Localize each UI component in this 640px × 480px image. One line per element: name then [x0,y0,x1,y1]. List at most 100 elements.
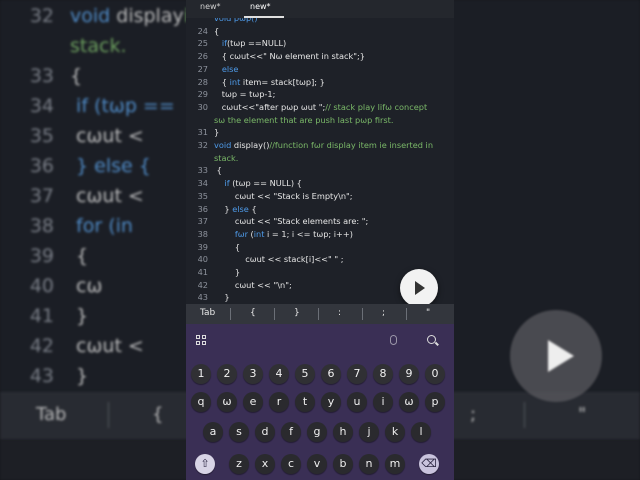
code-editor[interactable]: void pωp() 24{25 if(tωp ==NULL) 26 { cωut<… [186,18,454,304]
code-line: 30 cωut<<"after pωp ωut ";// stack play … [186,101,454,113]
code-line: 33 { [186,164,454,176]
number-key[interactable]: 8 [373,364,393,384]
code-token: display() [231,140,270,150]
microphone-icon[interactable] [390,335,397,345]
letter-key[interactable]: n [359,454,379,474]
backspace-key[interactable]: ⌫ [419,454,439,474]
number-key[interactable]: 5 [295,364,315,384]
tab-file-2[interactable]: new* [250,2,271,11]
apps-grid-icon[interactable] [196,335,207,346]
letter-key[interactable]: c [281,454,301,474]
code-line: 34 if (tωp == NULL) { [186,177,454,189]
line-number: 36 [197,203,208,214]
code-token: cωut << "Stack elements are: "; [214,216,369,227]
run-button[interactable] [400,269,438,307]
line-number: 30 [197,101,208,112]
line-number: 37 [197,216,208,227]
code-line: 36 } else { [186,203,454,215]
line-number: 29 [197,89,208,100]
letter-key[interactable]: a [203,422,223,442]
number-key[interactable]: 1 [191,364,211,384]
letter-key[interactable]: ω [217,392,237,412]
symbol-key[interactable]: Tab [200,308,215,318]
code-line: 26 { cωut<<" Nω element in stack";} [186,50,454,62]
line-number: 26 [197,51,208,62]
letter-key[interactable]: h [333,422,353,442]
code-token: stack. [214,152,239,163]
line-number: 41 [197,267,208,277]
code-token: if (tωp == [70,95,175,117]
line-number: 28 [197,76,208,87]
letter-key[interactable]: d [255,422,275,442]
phone-screen: new* new* void pωp() 24{25 if(tωp ==NULL)… [186,0,454,480]
letter-key[interactable]: k [385,422,405,442]
number-key[interactable]: 6 [321,364,341,384]
letter-key[interactable]: y [321,392,341,412]
letter-key[interactable]: q [191,392,211,412]
letter-key[interactable]: i [373,392,393,412]
code-line: 35 cωut << "Stack is Empty\n"; [186,190,454,202]
number-key[interactable]: 4 [269,364,289,384]
symbol-key[interactable]: " [426,308,430,318]
line-number: 38 [197,228,208,239]
code-token: } [214,267,241,277]
letter-key[interactable]: g [307,422,327,442]
shift-key[interactable]: ⇧ [195,454,215,474]
line-number: 43 [197,292,208,303]
letter-key[interactable]: b [333,454,353,474]
letter-key[interactable]: u [347,392,367,412]
letter-key[interactable]: v [307,454,327,474]
number-key[interactable]: 7 [347,364,367,384]
code-token: { [70,245,89,267]
code-line: 27 else [186,63,454,75]
symbol-bar: Tab {}:; " [186,304,454,324]
code-token: cωut << "\n"; [214,279,292,290]
letter-key[interactable]: e [243,392,263,412]
code-line: 28 { int item= stack[tωp]; } [186,76,454,88]
code-token: } [70,365,89,387]
symbol-key[interactable]: { [250,308,256,318]
code-token: (tωp ==NULL) [226,38,287,49]
code-line: void pωp() [186,18,454,24]
letter-key[interactable]: j [359,422,379,442]
tab-file-1[interactable]: new* [200,2,221,11]
number-key[interactable]: 3 [243,364,263,384]
number-key[interactable]: 0 [425,364,445,384]
number-key[interactable]: 2 [217,364,237,384]
symbol-key[interactable]: ; [382,308,385,318]
code-line: 31} [186,126,454,138]
letter-key[interactable]: z [229,454,249,474]
background-separator [108,402,109,428]
background-symbol-key: { [152,404,164,425]
code-token: void [214,140,232,150]
code-token: cωut<<"after pωp ωut "; [214,101,326,112]
letter-key[interactable]: f [281,422,301,442]
letter-key[interactable]: r [269,392,289,412]
symbol-key[interactable]: : [338,308,341,318]
code-line: 37 cωut << "Stack elements are: "; [186,215,454,227]
code-token: { [214,165,222,176]
code-line: stack. [186,152,454,164]
line-number: 43 [29,365,54,387]
symbol-key[interactable]: } [294,308,300,318]
code-token: cωut << stack[i]<<" " ; [214,254,344,265]
code-token: else [232,203,249,214]
letter-key[interactable]: ω [399,392,419,412]
symbol-separator [318,308,319,320]
letter-key[interactable]: m [385,454,405,474]
code-token: for (in [70,215,133,237]
code-token: } [214,292,230,303]
letter-key[interactable]: t [295,392,315,412]
letter-key[interactable]: l [411,422,431,442]
letter-key[interactable]: p [425,392,445,412]
code-token: { [70,65,83,87]
symbol-separator [362,308,363,320]
letter-key[interactable]: x [255,454,275,474]
letter-key[interactable]: s [229,422,249,442]
code-token: } else { [70,155,151,177]
search-icon[interactable] [427,335,436,344]
number-key[interactable]: 9 [399,364,419,384]
code-token: stack. [70,35,127,57]
code-token: cωut < [70,125,144,147]
